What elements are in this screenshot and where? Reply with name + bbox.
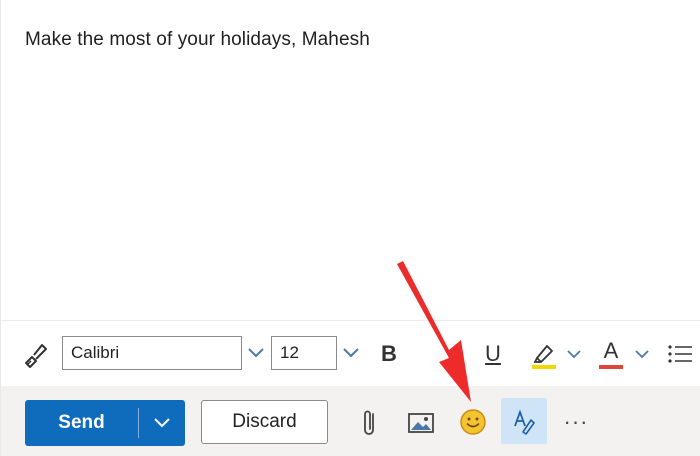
format-painter-button[interactable]	[19, 338, 53, 372]
compose-pane: Make the most of your holidays, Mahesh C…	[0, 0, 700, 456]
font-color-dropdown-button[interactable]	[631, 342, 653, 366]
send-options-button[interactable]	[139, 400, 185, 446]
font-size-dropdown-button[interactable]	[339, 340, 363, 366]
chevron-down-icon	[343, 348, 359, 358]
font-size-input[interactable]: 12	[271, 336, 337, 370]
editor-icon	[514, 409, 535, 435]
message-body[interactable]: Make the most of your holidays, Mahesh	[25, 29, 370, 51]
chevron-down-icon	[154, 418, 170, 428]
emoji-icon	[460, 409, 486, 435]
chevron-down-icon	[635, 350, 649, 359]
insert-picture-button[interactable]	[403, 406, 439, 440]
picture-icon	[408, 413, 434, 433]
discard-label: Discard	[232, 411, 297, 432]
attach-button[interactable]	[355, 404, 385, 442]
font-color-swatch	[599, 365, 623, 369]
chevron-down-icon	[567, 350, 581, 359]
send-label: Send	[58, 412, 105, 433]
discard-button[interactable]: Discard	[201, 400, 328, 444]
highlight-dropdown-button[interactable]	[563, 342, 585, 366]
more-options-button[interactable]: ···	[557, 406, 595, 438]
paintbrush-icon	[25, 344, 47, 368]
font-color-icon: A	[603, 338, 619, 363]
paperclip-icon	[364, 410, 374, 435]
more-icon: ···	[563, 409, 589, 434]
font-name-input[interactable]: Calibri	[62, 336, 242, 370]
highlight-button[interactable]	[527, 336, 561, 372]
bullets-icon	[668, 345, 692, 363]
bullets-button[interactable]	[665, 338, 695, 370]
editor-button[interactable]	[501, 398, 547, 444]
font-name-value: Calibri	[71, 343, 120, 362]
highlighter-icon	[532, 345, 556, 369]
emoji-button[interactable]	[455, 404, 491, 440]
annotation-arrow	[397, 261, 471, 402]
send-button[interactable]: Send	[25, 400, 185, 446]
font-size-value: 12	[280, 343, 299, 362]
chevron-down-icon	[248, 348, 264, 358]
font-color-button[interactable]: A	[595, 336, 627, 372]
font-name-dropdown-button[interactable]	[244, 340, 268, 366]
